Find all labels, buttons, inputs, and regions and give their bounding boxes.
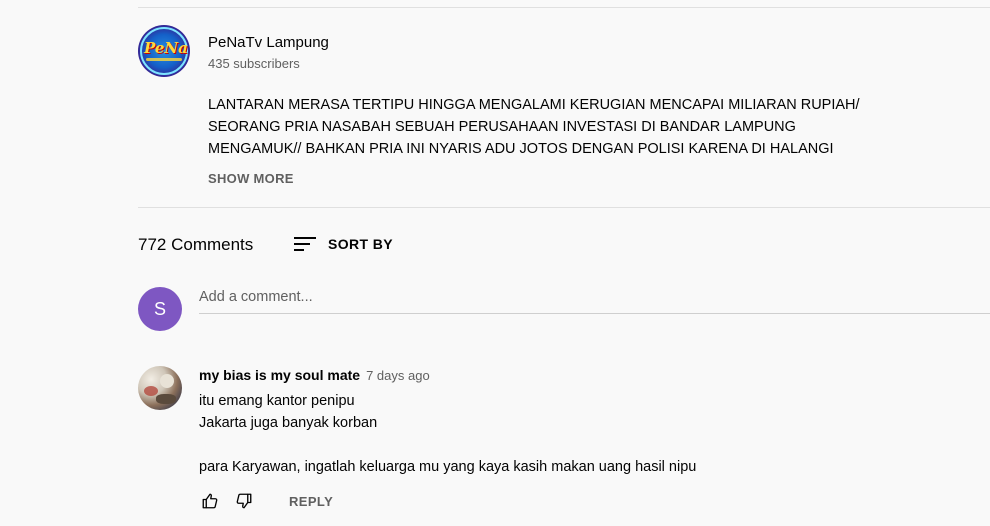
thumb-down-icon — [236, 493, 252, 509]
commenter-avatar[interactable] — [138, 366, 182, 410]
add-comment-box[interactable] — [199, 287, 990, 314]
like-button[interactable] — [199, 491, 221, 511]
description-line: MENGAMUK// BAHKAN PRIA INI NYARIS ADU JO… — [208, 141, 834, 157]
comment-actions: REPLY — [199, 490, 333, 512]
channel-logo-text: PeNa — [144, 39, 188, 57]
comment-line: Jakarta juga banyak korban — [199, 415, 378, 431]
comment-header: my bias is my soul mate 7 days ago — [199, 367, 430, 383]
comment-count: 772 Comments — [138, 235, 254, 254]
description-line: SEORANG PRIA NASABAH SEBUAH PERUSAHAAN I… — [208, 119, 796, 135]
user-avatar: S — [138, 287, 182, 331]
comment-timestamp[interactable]: 7 days ago — [366, 368, 430, 383]
channel-logo-underline — [146, 58, 182, 61]
sort-by-label: SORT BY — [328, 236, 394, 252]
comment-line — [199, 434, 959, 456]
sort-icon — [294, 235, 316, 253]
thumb-up-icon — [202, 493, 218, 509]
sort-by-button[interactable]: SORT BY — [294, 233, 393, 255]
video-description: LANTARAN MERASA TERTIPU HINGGA MENGALAMI… — [208, 94, 908, 160]
channel-avatar[interactable]: PeNa — [138, 25, 190, 77]
comment-line: itu emang kantor penipu — [199, 393, 355, 409]
comment-line: para Karyawan, ingatlah keluarga mu yang… — [199, 459, 697, 475]
top-divider — [138, 7, 990, 8]
dislike-button[interactable] — [233, 491, 255, 511]
add-comment-input[interactable] — [199, 287, 990, 305]
reply-button[interactable]: REPLY — [289, 494, 333, 509]
description-line: LANTARAN MERASA TERTIPU HINGGA MENGALAMI… — [208, 97, 860, 113]
channel-name[interactable]: PeNaTv Lampung — [208, 34, 329, 51]
section-divider — [138, 207, 990, 208]
subscriber-count: 435 subscribers — [208, 56, 300, 71]
comment-text: itu emang kantor penipu Jakarta juga ban… — [199, 390, 959, 478]
show-more-button[interactable]: SHOW MORE — [208, 171, 294, 186]
comment-author[interactable]: my bias is my soul mate — [199, 367, 360, 383]
